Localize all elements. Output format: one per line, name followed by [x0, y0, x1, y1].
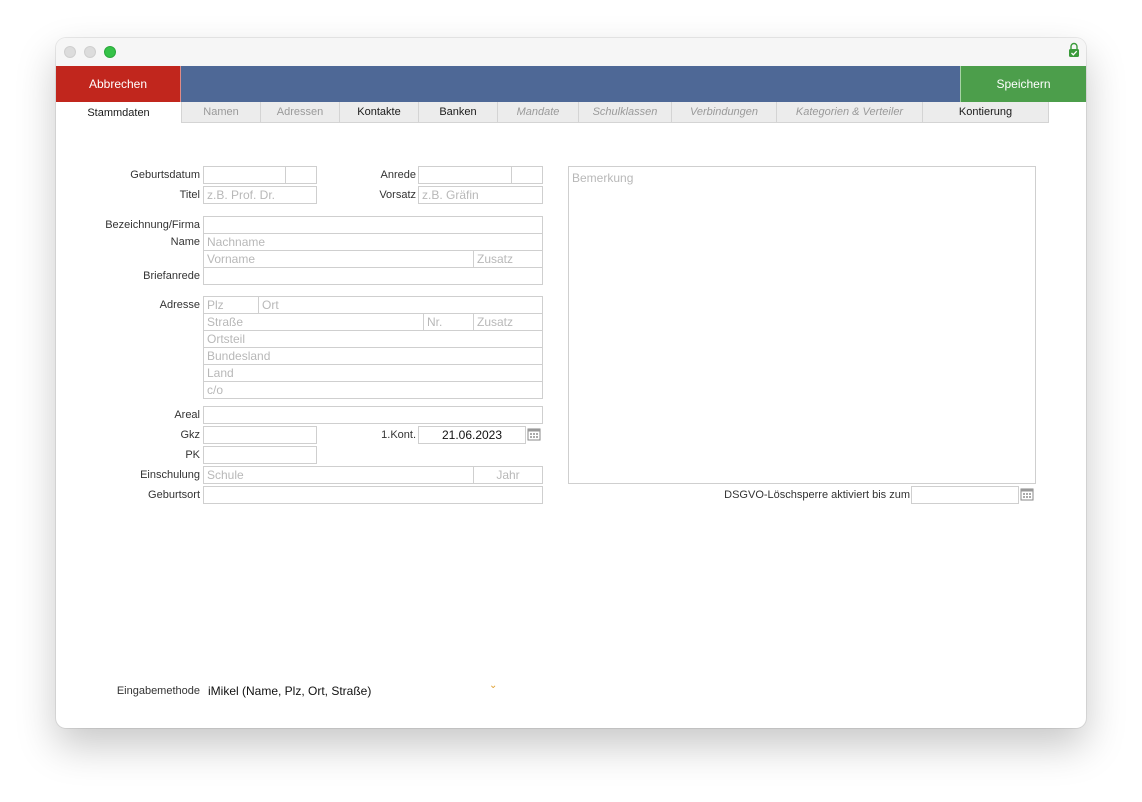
tab-adressen[interactable]: Adressen — [260, 102, 340, 123]
tab-kontierung[interactable]: Kontierung — [922, 102, 1049, 123]
pk-input[interactable] — [203, 446, 317, 464]
area-input[interactable] — [203, 406, 543, 424]
house-number-input[interactable]: Nr. — [423, 313, 475, 331]
tab-namen[interactable]: Namen — [181, 102, 261, 123]
pk-label: PK — [185, 449, 200, 461]
gdpr-lock-label: DSGVO-Löschsperre aktiviert bis zum — [724, 489, 910, 501]
tab-schulklassen[interactable]: Schulklassen — [578, 102, 672, 123]
firstname-input[interactable]: Vorname — [203, 250, 475, 268]
birthdate-input[interactable] — [203, 166, 287, 184]
minimize-window-button[interactable] — [84, 46, 96, 58]
street-input[interactable]: Straße — [203, 313, 425, 331]
tab-kontakte[interactable]: Kontakte — [339, 102, 419, 123]
salutation-label: Anrede — [380, 169, 416, 181]
city-input[interactable]: Ort — [258, 296, 543, 314]
letter-salutation-input[interactable] — [203, 267, 543, 285]
app-window: Abbrechen Speichern Stammdaten Namen Adr… — [56, 38, 1086, 728]
tab-bar: Stammdaten Namen Adressen Kontakte Banke… — [56, 102, 1049, 123]
gkz-label: Gkz — [180, 429, 200, 441]
close-window-button[interactable] — [64, 46, 76, 58]
address-label: Adresse — [159, 299, 200, 311]
zip-input[interactable]: Plz — [203, 296, 260, 314]
company-input[interactable] — [203, 216, 543, 234]
remark-textarea[interactable]: Bemerkung — [568, 166, 1036, 484]
district-input[interactable]: Ortsteil — [203, 330, 543, 348]
tab-stammdaten[interactable]: Stammdaten — [56, 102, 181, 123]
salutation-input[interactable] — [418, 166, 513, 184]
enrollment-label: Einschulung — [140, 469, 200, 481]
birthplace-label: Geburtsort — [148, 489, 200, 501]
tab-banken[interactable]: Banken — [418, 102, 498, 123]
gkz-input[interactable] — [203, 426, 317, 444]
toolbar: Abbrechen Speichern — [56, 66, 1086, 102]
name-suffix-input[interactable]: Zusatz — [473, 250, 543, 268]
save-button[interactable]: Speichern — [960, 66, 1086, 102]
calendar-icon[interactable] — [1019, 486, 1035, 504]
cancel-button[interactable]: Abbrechen — [56, 66, 181, 102]
name-label: Name — [170, 236, 200, 248]
title-label: Titel — [179, 189, 200, 201]
tab-verbindungen[interactable]: Verbindungen — [671, 102, 777, 123]
country-input[interactable]: Land — [203, 364, 543, 382]
letter-salutation-label: Briefanrede — [143, 270, 200, 282]
prefix-input[interactable]: z.B. Gräfin — [418, 186, 543, 204]
state-input[interactable]: Bundesland — [203, 347, 543, 365]
tab-kategorien-verteiler[interactable]: Kategorien & Verteiler — [776, 102, 923, 123]
lastname-input[interactable]: Nachname — [203, 233, 543, 251]
area-label: Areal — [174, 409, 200, 421]
zoom-window-button[interactable] — [104, 46, 116, 58]
first-contact-input[interactable]: 21.06.2023 — [418, 426, 526, 444]
first-contact-label: 1.Kont. — [381, 429, 416, 441]
tab-mandate[interactable]: Mandate — [497, 102, 579, 123]
prefix-label: Vorsatz — [379, 189, 416, 201]
input-method-select[interactable]: iMikel (Name, Plz, Ort, Straße) — [208, 684, 371, 698]
calendar-icon[interactable] — [526, 426, 542, 444]
birthdate-label: Geburtsdatum — [130, 169, 200, 181]
input-method-label: Eingabemethode — [116, 685, 200, 697]
year-input[interactable]: Jahr — [473, 466, 543, 484]
company-label: Bezeichnung/Firma — [105, 219, 200, 231]
chevron-down-icon[interactable]: ⌄ — [489, 680, 497, 691]
school-input[interactable]: Schule — [203, 466, 475, 484]
salutation-extra-input[interactable] — [511, 166, 543, 184]
street-suffix-input[interactable]: Zusatz — [473, 313, 543, 331]
age-input[interactable] — [285, 166, 317, 184]
lock-check-icon — [1069, 42, 1079, 57]
care-of-input[interactable]: c/o — [203, 381, 543, 399]
birthplace-input[interactable] — [203, 486, 543, 504]
gdpr-lock-date-input[interactable] — [911, 486, 1019, 504]
title-bar — [56, 38, 1086, 66]
title-input[interactable]: z.B. Prof. Dr. — [203, 186, 317, 204]
